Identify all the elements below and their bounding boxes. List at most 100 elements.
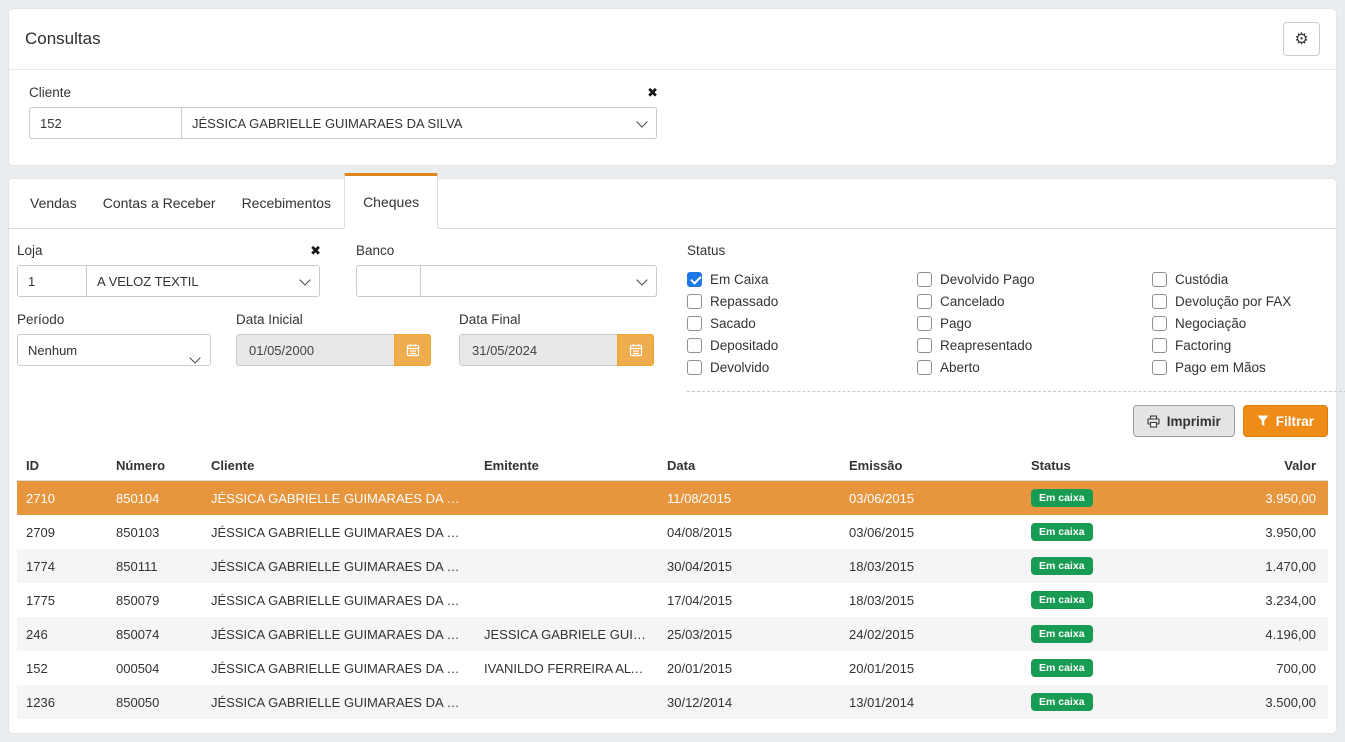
- calendar-icon: [629, 343, 643, 357]
- loja-group: Loja ✖ A VELOZ TEXTIL: [17, 243, 321, 297]
- cell-numero: 850104: [107, 481, 202, 516]
- filter-funnel-icon: [1257, 415, 1269, 427]
- cell-data: 11/08/2015: [658, 481, 840, 516]
- checkbox-icon[interactable]: [1152, 338, 1167, 353]
- settings-button[interactable]: ⚙: [1283, 22, 1320, 56]
- tab-recebimentos[interactable]: Recebimentos: [229, 179, 345, 227]
- loja-select-wrap: A VELOZ TEXTIL: [87, 265, 321, 297]
- consultas-card: Consultas ⚙ Cliente ✖ JÉSSICA GABRIELLE …: [8, 8, 1337, 166]
- status-checkbox-label: Custódia: [1175, 272, 1228, 287]
- banco-select[interactable]: [420, 265, 657, 297]
- column-header-numero[interactable]: Número: [107, 451, 202, 481]
- checkbox-icon[interactable]: [917, 338, 932, 353]
- cell-id: 246: [17, 617, 107, 651]
- tab-bar: VendasContas a ReceberRecebimentosCheque…: [9, 179, 1336, 229]
- status-checkbox-pago[interactable]: Pago: [917, 312, 1152, 334]
- checkbox-icon[interactable]: [687, 338, 702, 353]
- cell-emissao: 03/06/2015: [840, 481, 1022, 516]
- status-checkbox-label: Repassado: [710, 294, 778, 309]
- status-checkbox-label: Factoring: [1175, 338, 1231, 353]
- tab-contas-a-receber[interactable]: Contas a Receber: [90, 179, 229, 227]
- cell-emitente: JESSICA GABRIELE GUIMARA…: [475, 617, 658, 651]
- cell-emissao: 18/03/2015: [840, 549, 1022, 583]
- column-header-emitente[interactable]: Emitente: [475, 451, 658, 481]
- column-header-emissao[interactable]: Emissão: [840, 451, 1022, 481]
- status-checkbox-custodia[interactable]: Custódia: [1152, 268, 1345, 290]
- status-checkbox-devolucao-por-fax[interactable]: Devolução por FAX: [1152, 290, 1345, 312]
- checkbox-icon[interactable]: [1152, 272, 1167, 287]
- status-checkbox-label: Aberto: [940, 360, 980, 375]
- checkbox-icon[interactable]: [917, 316, 932, 331]
- cell-cliente: JÉSSICA GABRIELLE GUIMARAES DA SILVA: [202, 549, 475, 583]
- banco-code-input[interactable]: [356, 265, 421, 297]
- status-checkbox-cancelado[interactable]: Cancelado: [917, 290, 1152, 312]
- status-badge: Em caixa: [1031, 489, 1093, 507]
- checkbox-icon[interactable]: [1152, 360, 1167, 375]
- checkbox-icon[interactable]: [917, 294, 932, 309]
- periodo-select[interactable]: Nenhum: [17, 334, 211, 366]
- table-row[interactable]: 246850074JÉSSICA GABRIELLE GUIMARAES DA …: [17, 617, 1328, 651]
- tab-cheques[interactable]: Cheques: [344, 173, 438, 229]
- checkbox-icon[interactable]: [917, 272, 932, 287]
- table-header-row: IDNúmeroClienteEmitenteDataEmissãoStatus…: [17, 451, 1328, 481]
- cliente-clear-icon[interactable]: ✖: [647, 86, 658, 99]
- checkbox-icon[interactable]: [917, 360, 932, 375]
- status-checkbox-label: Cancelado: [940, 294, 1005, 309]
- loja-clear-icon[interactable]: ✖: [310, 244, 321, 257]
- status-checkbox-repassado[interactable]: Repassado: [687, 290, 917, 312]
- column-header-data[interactable]: Data: [658, 451, 840, 481]
- cliente-select[interactable]: JÉSSICA GABRIELLE GUIMARAES DA SILVA: [181, 107, 657, 139]
- status-checkbox-depositado[interactable]: Depositado: [687, 334, 917, 356]
- status-badge: Em caixa: [1031, 523, 1093, 541]
- table-row[interactable]: 1236850050JÉSSICA GABRIELLE GUIMARAES DA…: [17, 685, 1328, 719]
- gear-icon: ⚙: [1294, 29, 1308, 49]
- banco-label: Banco: [356, 243, 394, 258]
- checkbox-icon[interactable]: [687, 294, 702, 309]
- data-final-input[interactable]: [459, 334, 618, 366]
- status-checkbox-aberto[interactable]: Aberto: [917, 356, 1152, 378]
- column-header-status[interactable]: Status: [1022, 451, 1172, 481]
- column-header-valor[interactable]: Valor: [1172, 451, 1328, 481]
- checkbox-icon[interactable]: [1152, 294, 1167, 309]
- table-row[interactable]: 1775850079JÉSSICA GABRIELLE GUIMARAES DA…: [17, 583, 1328, 617]
- loja-select[interactable]: A VELOZ TEXTIL: [86, 265, 320, 297]
- table-row[interactable]: 152000504JÉSSICA GABRIELLE GUIMARAES DA …: [17, 651, 1328, 685]
- status-cell: Em caixa: [1022, 481, 1172, 516]
- data-inicial-calendar-button[interactable]: [394, 334, 431, 366]
- status-checkbox-devolvido-pago[interactable]: Devolvido Pago: [917, 268, 1152, 290]
- checkbox-icon[interactable]: [1152, 316, 1167, 331]
- data-inicial-input[interactable]: [236, 334, 395, 366]
- card-header: Consultas ⚙: [9, 9, 1336, 70]
- loja-code-input[interactable]: [17, 265, 87, 297]
- table-row[interactable]: 2710850104JÉSSICA GABRIELLE GUIMARAES DA…: [17, 481, 1328, 516]
- status-cell: Em caixa: [1022, 583, 1172, 617]
- cell-valor: 3.234,00: [1172, 583, 1328, 617]
- imprimir-button[interactable]: Imprimir: [1133, 405, 1235, 437]
- cell-data: 17/04/2015: [658, 583, 840, 617]
- status-cell: Em caixa: [1022, 685, 1172, 719]
- cell-id: 2710: [17, 481, 107, 516]
- status-checkbox-negociacao[interactable]: Negociação: [1152, 312, 1345, 334]
- calendar-icon: [406, 343, 420, 357]
- status-checkbox-em-caixa[interactable]: Em Caixa: [687, 268, 917, 290]
- status-checkbox-label: Reapresentado: [940, 338, 1032, 353]
- cell-valor: 4.196,00: [1172, 617, 1328, 651]
- checkbox-icon[interactable]: [687, 316, 702, 331]
- tab-vendas[interactable]: Vendas: [17, 179, 90, 227]
- status-checkbox-reapresentado[interactable]: Reapresentado: [917, 334, 1152, 356]
- checkbox-icon[interactable]: [687, 272, 702, 287]
- table-row[interactable]: 2709850103JÉSSICA GABRIELLE GUIMARAES DA…: [17, 515, 1328, 549]
- column-header-cliente[interactable]: Cliente: [202, 451, 475, 481]
- status-checkbox-sacado[interactable]: Sacado: [687, 312, 917, 334]
- status-checkbox-pago-em-maos[interactable]: Pago em Mãos: [1152, 356, 1345, 378]
- cell-numero: 850079: [107, 583, 202, 617]
- cliente-code-input[interactable]: [29, 107, 182, 139]
- table-row[interactable]: 1774850111JÉSSICA GABRIELLE GUIMARAES DA…: [17, 549, 1328, 583]
- data-final-calendar-button[interactable]: [617, 334, 654, 366]
- cell-emissao: 18/03/2015: [840, 583, 1022, 617]
- status-checkbox-factoring[interactable]: Factoring: [1152, 334, 1345, 356]
- status-checkbox-devolvido[interactable]: Devolvido: [687, 356, 917, 378]
- filtrar-button[interactable]: Filtrar: [1243, 405, 1328, 437]
- column-header-id[interactable]: ID: [17, 451, 107, 481]
- checkbox-icon[interactable]: [687, 360, 702, 375]
